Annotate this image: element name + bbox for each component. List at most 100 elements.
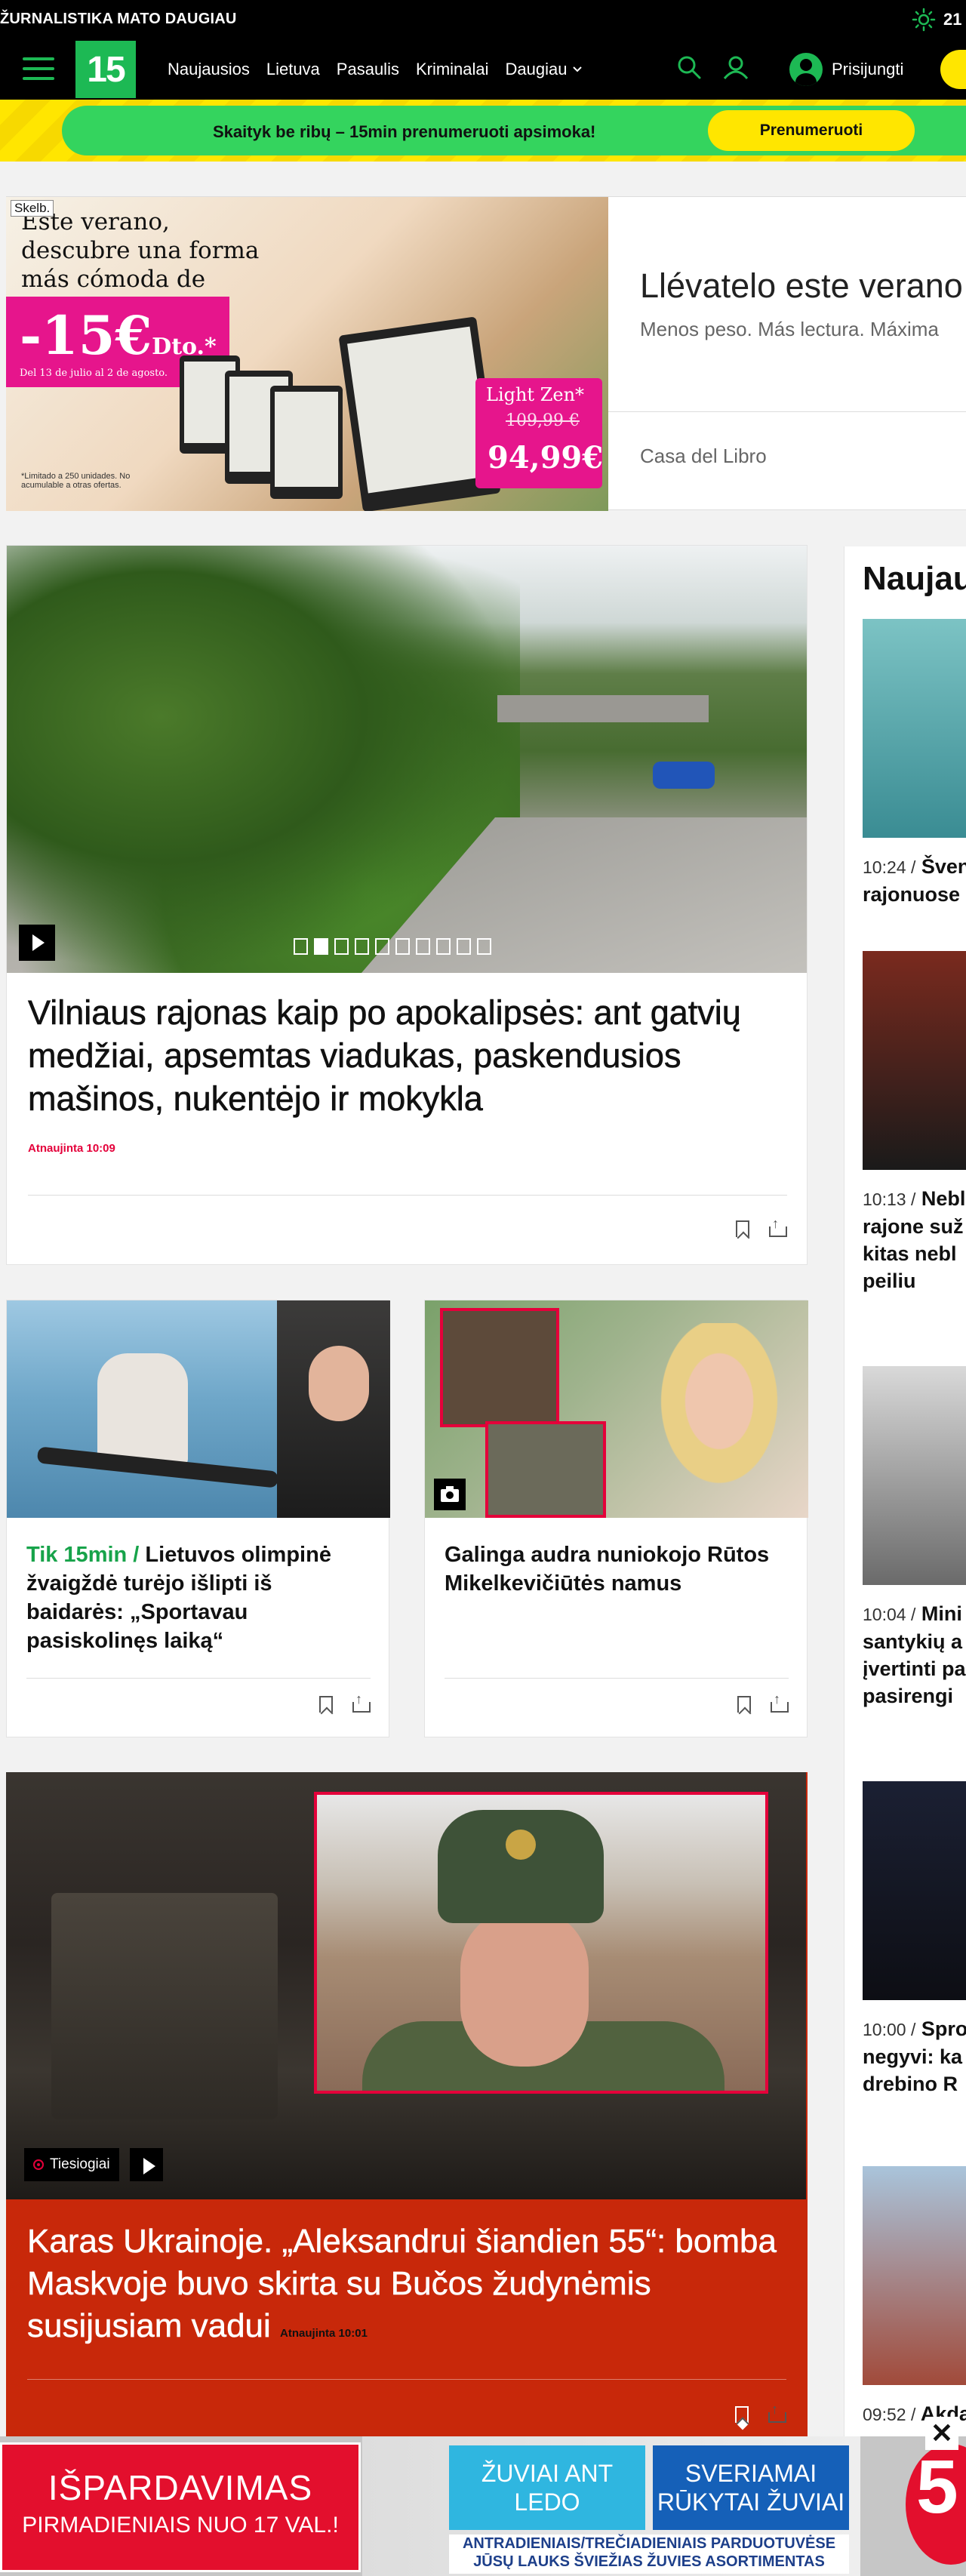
latest-news-item[interactable]: 10:04 / Mini santykių a įvertinti pa pasire…	[863, 1366, 966, 1710]
gallery-dot[interactable]	[355, 938, 369, 955]
article-photo[interactable]	[425, 1300, 808, 1518]
ad-old-price: 109,99 €	[506, 411, 580, 430]
live-article[interactable]: Tiesiogiai Karas Ukrainoje. „Aleksandrui…	[6, 1772, 808, 2436]
latest-news-item[interactable]: 10:24 / Šven rajonuose	[863, 619, 966, 908]
news-thumbnail[interactable]	[863, 619, 966, 838]
live-title[interactable]: Karas Ukrainoje. „Aleksandrui šiandien 5…	[27, 2221, 789, 2355]
nav-item-lietuva[interactable]: Lietuva	[266, 60, 320, 79]
share-icon[interactable]	[768, 2402, 786, 2423]
share-icon[interactable]	[771, 1691, 789, 1713]
gallery-dot[interactable]	[314, 938, 328, 955]
gallery-dot[interactable]	[457, 938, 471, 955]
news-text[interactable]: 10:04 / Mini santykių a įvertinti pa pasire…	[863, 1600, 966, 1710]
news-thumbnail[interactable]	[863, 1781, 966, 2000]
car	[653, 762, 715, 789]
portrait-face	[309, 1346, 369, 1421]
card-actions	[319, 1691, 371, 1713]
play-icon[interactable]	[19, 925, 55, 961]
sale-banner[interactable]: IŠPARDAVIMAS PIRMADIENIAIS NUO 17 VAL.!	[0, 2442, 361, 2572]
gallery-dot[interactable]	[477, 938, 491, 955]
subscription-banner: Skaityk be ribų – 15min prenumeruoti aps…	[0, 100, 966, 162]
menu-icon[interactable]	[23, 57, 54, 82]
hero-photo[interactable]	[7, 546, 807, 973]
news-thumbnail[interactable]	[863, 2166, 966, 2385]
login-button[interactable]: Prisijungti	[789, 53, 903, 86]
woman-portrait	[651, 1323, 787, 1497]
news-thumbnail[interactable]	[863, 1366, 966, 1585]
fish-promo[interactable]: ŽUVIAI ANT LEDO SVERIAMAI RŪKYTAI ŽUVIAI…	[362, 2436, 860, 2576]
nav-item-daugiau-label: Daugiau	[505, 60, 568, 78]
article-card[interactable]: Galinga audra nuniokojo Rūtos Mikelkevič…	[424, 1300, 808, 1737]
ad-image[interactable]: Este verano, descubre una forma más cómo…	[6, 197, 608, 511]
article-photo[interactable]	[7, 1300, 390, 1518]
ad-title[interactable]: Llévatelo este verano	[640, 266, 963, 306]
user-icon	[789, 53, 823, 86]
article-title[interactable]: Galinga audra nuniokojo Rūtos Mikelkevič…	[445, 1540, 792, 1598]
fish-promo-strip: ANTRADIENIAIS/TREČIADIENIAIS PARDUOTUVĖS…	[449, 2534, 849, 2574]
store-logo: 5	[906, 2444, 966, 2565]
gallery-dot[interactable]	[375, 938, 389, 955]
ad-divider	[608, 411, 966, 412]
bookmark-icon[interactable]	[736, 1220, 749, 1237]
temperature: 21	[943, 10, 962, 29]
close-icon[interactable]: ✕	[925, 2417, 958, 2450]
gallery-dot[interactable]	[334, 938, 349, 955]
weather-widget[interactable]: 21	[912, 8, 966, 32]
ad-label: Skelb.	[11, 200, 54, 217]
ad-fine-print: *Limitado a 250 unidades. No acumulable …	[21, 472, 131, 490]
nav-item-kriminalai[interactable]: Kriminalai	[416, 60, 489, 79]
latest-news-item[interactable]: 10:00 / Spro negyvi: ka drebino R	[863, 1781, 966, 2097]
gallery-dot[interactable]	[294, 938, 308, 955]
share-icon[interactable]	[769, 1216, 787, 1237]
share-icon[interactable]	[352, 1691, 371, 1713]
live-photo[interactable]: Tiesiogiai	[6, 1772, 806, 2199]
latest-news-item[interactable]: 09:52 / Akda	[863, 2166, 966, 2428]
hat	[438, 1810, 604, 1923]
nav-item-naujausios[interactable]: Naujausios	[168, 60, 250, 79]
user-group-icon[interactable]	[721, 54, 750, 80]
inset-photo	[485, 1421, 606, 1518]
nav-icons	[676, 54, 750, 80]
ad-brand[interactable]: Casa del Libro	[640, 445, 767, 468]
ad-new-price: 94,99€	[488, 440, 604, 475]
bookmark-icon[interactable]	[319, 1696, 333, 1713]
fish-promo-smoked: SVERIAMAI RŪKYTAI ŽUVIAI	[653, 2445, 849, 2530]
subscribe-pill[interactable]	[940, 50, 966, 89]
login-label: Prisijungti	[832, 60, 904, 78]
bookmark-icon[interactable]	[735, 2406, 749, 2423]
advertisement[interactable]: Skelb. Este verano, descubre una forma m…	[6, 196, 966, 511]
hero-article[interactable]: Vilniaus rajonas kaip po apokalipsės: an…	[6, 545, 808, 1265]
nav-item-daugiau[interactable]: Daugiau	[506, 60, 583, 79]
gallery-indicator	[294, 938, 491, 955]
bookmark-icon[interactable]	[737, 1696, 751, 1713]
site-logo[interactable]: 15	[75, 41, 136, 98]
camera-icon[interactable]	[434, 1479, 466, 1510]
gallery-dot[interactable]	[395, 938, 410, 955]
live-badge[interactable]: Tiesiogiai	[24, 2148, 119, 2181]
subscription-banner-inner: Skaityk be ribų – 15min prenumeruoti aps…	[62, 106, 966, 155]
hero-title[interactable]: Vilniaus rajonas kaip po apokalipsės: an…	[28, 991, 783, 1120]
sidebar-heading: Naujausi	[863, 560, 966, 597]
search-icon[interactable]	[676, 54, 702, 80]
rower-figure	[97, 1353, 188, 1467]
street-scene	[51, 1893, 278, 2119]
news-text[interactable]: 10:13 / Nebl rajone suž kitas nebl peiliu	[863, 1185, 966, 1294]
news-thumbnail[interactable]	[863, 951, 966, 1170]
article-title[interactable]: Tik 15min / Lietuvos olimpinė žvaigždė t…	[26, 1540, 374, 1655]
subscribe-button[interactable]: Prenumeruoti	[708, 110, 915, 151]
play-icon[interactable]	[130, 2148, 163, 2181]
nav-item-pasaulis[interactable]: Pasaulis	[337, 60, 399, 79]
gallery-dot[interactable]	[416, 938, 430, 955]
sun-icon	[912, 8, 936, 32]
gallery-dot[interactable]	[436, 938, 451, 955]
news-text[interactable]: 10:24 / Šven rajonuose	[863, 853, 966, 908]
sticky-bottom-ad[interactable]: IŠPARDAVIMAS PIRMADIENIAIS NUO 17 VAL.! …	[0, 2417, 966, 2576]
card-divider	[27, 2379, 786, 2380]
article-card[interactable]: Tik 15min / Lietuvos olimpinė žvaigždė t…	[6, 1300, 390, 1737]
fish-promo-ice: ŽUVIAI ANT LEDO	[449, 2445, 645, 2530]
inset-photo	[440, 1308, 559, 1427]
news-text[interactable]: 10:00 / Spro negyvi: ka drebino R	[863, 2015, 966, 2097]
card-actions	[736, 1216, 787, 1237]
subscription-text: Skaityk be ribų – 15min prenumeruoti aps…	[213, 122, 596, 141]
latest-news-item[interactable]: 10:13 / Nebl rajone suž kitas nebl peiliu	[863, 951, 966, 1294]
